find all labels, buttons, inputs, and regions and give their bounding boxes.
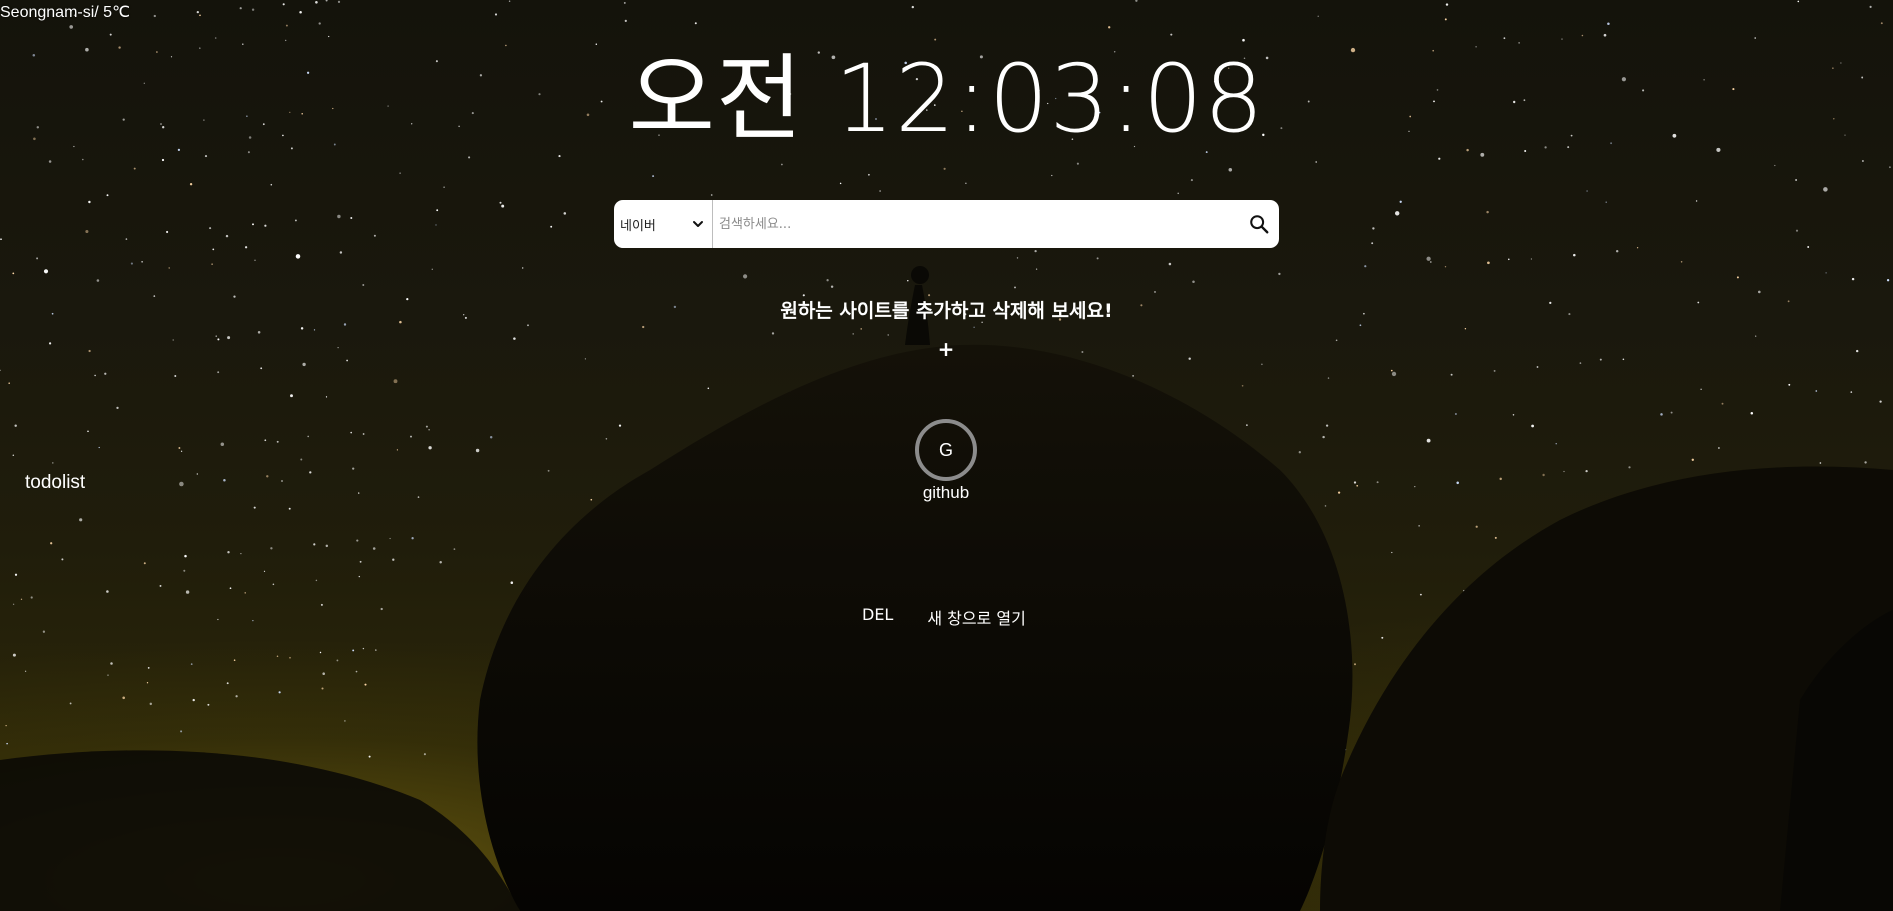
chevron-down-icon — [693, 221, 703, 227]
shortcut-initial: G — [938, 439, 953, 460]
shortcut-label: github — [922, 483, 970, 502]
add-shortcut-button[interactable]: + — [936, 336, 956, 362]
todolist-link[interactable]: todolist — [25, 472, 85, 494]
search-input[interactable] — [713, 201, 1239, 247]
new-tab-page: Seongnam-si/ 5℃ 오전 12:03:08 네이버 원하는 사이트를… — [0, 0, 1893, 911]
open-new-window-button[interactable]: 새 창으로 열기 — [927, 605, 1026, 629]
search-bar: 네이버 — [614, 200, 1279, 248]
weather-widget: Seongnam-si/ 5℃ — [0, 4, 131, 21]
delete-shortcut-button[interactable]: DEL — [862, 605, 893, 629]
shortcut-icon: G — [915, 419, 977, 481]
shortcut-actions: DEL 새 창으로 열기 — [862, 605, 1026, 629]
search-button[interactable] — [1239, 200, 1279, 248]
clock-display: 오전 12:03:08 — [628, 45, 1265, 154]
search-engine-selected: 네이버 — [620, 218, 656, 234]
shortcuts-headline: 원하는 사이트를 추가하고 삭제해 보세요! — [780, 300, 1113, 322]
search-icon — [1250, 215, 1269, 234]
shortcut-github[interactable]: G github — [896, 419, 996, 503]
search-engine-select[interactable]: 네이버 — [614, 200, 713, 248]
